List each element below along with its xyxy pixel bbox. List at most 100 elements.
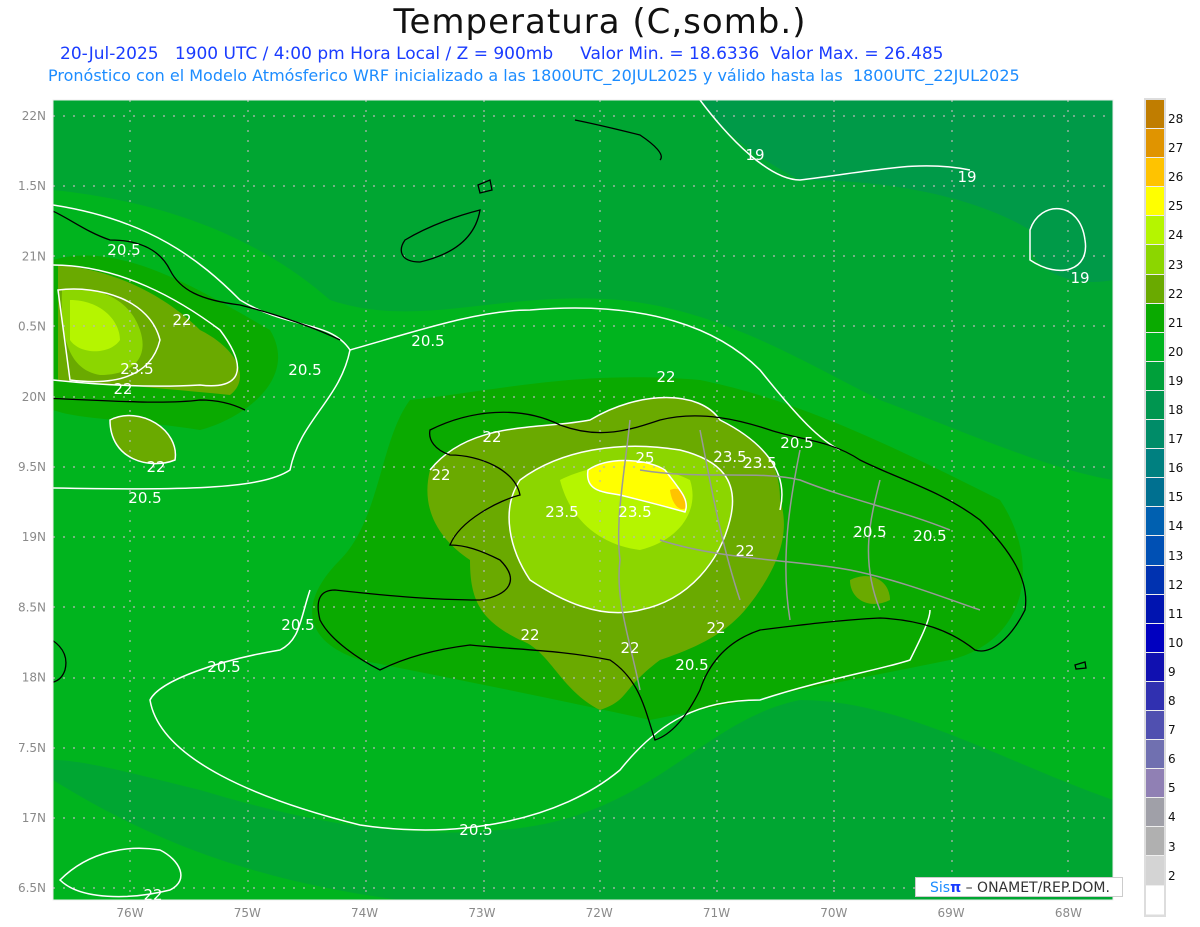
lat-label: 6.5N [18,881,46,895]
lon-label: 71W [703,906,730,920]
colorbar-label: 25 [1168,199,1184,214]
colorbar-swatch [1146,158,1164,188]
lon-label: 75W [234,906,261,920]
colorbar-swatch [1146,769,1164,799]
colorbar-label: 16 [1168,461,1184,476]
colorbar-swatch [1146,129,1164,159]
colorbar [1144,98,1166,917]
contour-label: 22 [431,466,450,484]
colorbar-label: 18 [1168,403,1184,417]
contour-label: 22 [520,626,539,644]
colorbar-label: 15 [1168,490,1184,505]
colorbar-label: 7 [1168,723,1176,738]
credit-text: – ONAMET/REP.DOM. [961,880,1110,896]
contour-label: 20.5 [128,489,161,507]
colorbar-swatch [1146,507,1164,537]
lat-label: 22N [22,109,46,123]
contour-label: 19 [1070,269,1089,287]
colorbar-label: 22 [1168,286,1184,301]
contour-label: 22 [172,311,191,329]
lon-label: 73W [468,906,495,920]
lat-label: 7.5N [18,741,46,755]
colorbar-label: 11 [1168,606,1184,621]
contour-label: 22 [143,886,162,904]
contour-label: 20.5 [780,434,813,452]
contour-label: 23.5 [713,448,746,466]
colorbar-swatch [1146,827,1164,857]
contour-label: 20.5 [459,821,492,839]
contour-label: 20.5 [411,332,444,350]
contour-label: 20.5 [913,527,946,545]
contour-label: 20.5 [853,523,886,541]
colorbar-swatch [1146,652,1164,682]
colorbar-label: 28 [1168,112,1184,126]
contour-label: 23.5 [618,503,651,521]
colorbar-label: 26 [1168,170,1184,185]
colorbar-swatch [1146,798,1164,828]
contour-label: 22 [113,380,132,398]
colorbar-swatch [1146,478,1164,508]
colorbar-label: 12 [1168,577,1184,592]
lon-label: 68W [1055,906,1082,920]
colorbar-label: 19 [1168,373,1184,388]
lat-label: 17N [22,811,46,825]
contour-label: 22 [146,458,165,476]
temperature-map: 19 19 19 20.5 20.5 20.5 20.5 20.5 20.5 20.5 20.5 20… [18,99,1114,920]
colorbar-swatch [1146,100,1164,130]
colorbar-label: 21 [1168,315,1184,330]
contour-label: 20.5 [107,241,140,259]
colorbar-swatch [1146,856,1164,886]
colorbar-label: 3 [1168,839,1176,854]
contour-label: 23.5 [743,454,776,472]
lon-label: 76W [116,906,143,920]
colorbar-label: 9 [1168,664,1176,679]
lon-label: 72W [586,906,613,920]
lat-label: 0.5N [18,320,46,334]
colorbar-swatch [1146,681,1164,711]
colorbar-swatch [1146,216,1164,246]
colorbar-label: 4 [1168,810,1176,825]
lat-label: 18N [22,671,46,685]
contour-label: 20.5 [281,616,314,634]
colorbar-label: 2 [1168,868,1176,883]
colorbar-label: 17 [1168,432,1184,447]
colorbar-swatch [1146,390,1164,421]
colorbar-swatch [1146,420,1164,450]
colorbar-label: 23 [1168,257,1184,272]
colorbar-swatch [1146,623,1164,653]
colorbar-swatch [1146,740,1164,770]
colorbar-swatch [1146,536,1164,566]
contour-label: 19 [745,146,764,164]
credit-box: Sisπ – ONAMET/REP.DOM. [915,877,1123,897]
contour-label: 22 [706,619,725,637]
colorbar-label: 5 [1168,781,1176,796]
colorbar-swatch [1146,710,1164,741]
lon-label: 70W [820,906,847,920]
contour-label: 20.5 [288,361,321,379]
sispi-logo-sis: Sis [930,880,951,896]
contour-label: 20.5 [207,658,240,676]
colorbar-swatch [1146,187,1164,217]
lat-label: 1.5N [18,179,46,193]
contour-label: 19 [957,168,976,186]
colorbar-swatch [1146,594,1164,624]
colorbar-label: 6 [1168,752,1176,767]
contour-label: 23.5 [545,503,578,521]
lat-label: 8.5N [18,600,46,614]
lat-label: 9.5N [18,460,46,474]
colorbar-swatch [1146,449,1164,479]
colorbar-swatch [1146,885,1164,915]
contour-label: 20.5 [675,656,708,674]
colorbar-label: 20 [1168,344,1184,359]
sispi-logo-pi: π [950,880,962,896]
contour-label: 23.5 [120,360,153,378]
colorbar-swatch [1146,361,1164,391]
contour-label: 25 [635,449,654,467]
colorbar-swatch [1146,274,1164,304]
colorbar-label: 13 [1168,548,1184,563]
colorbar-swatch [1146,332,1164,362]
colorbar-swatch [1146,565,1164,595]
lat-label: 19N [22,530,46,544]
lat-label: 20N [22,390,46,404]
lon-label: 74W [351,906,378,920]
